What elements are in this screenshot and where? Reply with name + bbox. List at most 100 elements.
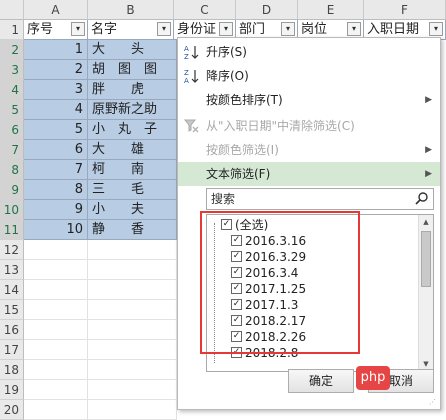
filter-value-item[interactable]: ✓ 2017.1.25	[207, 281, 417, 297]
cell-name[interactable]: 大 雄	[88, 140, 177, 160]
filter-value-item[interactable]: ✓ 2016.3.29	[207, 249, 417, 265]
column-header-d[interactable]: D	[236, 0, 298, 20]
row-header[interactable]: 17	[0, 340, 24, 360]
row-header[interactable]: 7	[0, 140, 24, 160]
empty-cell[interactable]	[88, 260, 177, 280]
empty-cell[interactable]	[24, 260, 88, 280]
scroll-thumb[interactable]	[421, 231, 431, 287]
row-header[interactable]: 13	[0, 260, 24, 280]
empty-cell[interactable]	[88, 400, 177, 420]
cell-seq[interactable]: 6	[24, 140, 88, 160]
header-cell-seq[interactable]: 序号 ▾	[24, 20, 88, 40]
empty-cell[interactable]	[24, 360, 88, 380]
cell-name[interactable]: 原野新之助	[88, 100, 177, 120]
checkbox[interactable]: ✓	[231, 251, 242, 262]
row-header[interactable]: 11	[0, 220, 24, 240]
cell-seq[interactable]: 9	[24, 200, 88, 220]
empty-cell[interactable]	[24, 280, 88, 300]
row-header[interactable]: 15	[0, 300, 24, 320]
row-header[interactable]: 9	[0, 180, 24, 200]
cell-name[interactable]: 小 丸 子	[88, 120, 177, 140]
column-header-a[interactable]: A	[24, 0, 88, 20]
filter-value-item[interactable]: ✓ 2017.1.3	[207, 297, 417, 313]
empty-cell[interactable]	[88, 280, 177, 300]
cell-seq[interactable]: 7	[24, 160, 88, 180]
ok-button[interactable]: 确定	[288, 369, 354, 393]
cell-seq[interactable]: 4	[24, 100, 88, 120]
empty-cell[interactable]	[88, 300, 177, 320]
empty-cell[interactable]	[88, 320, 177, 340]
empty-cell[interactable]	[24, 380, 88, 400]
checkbox[interactable]: ✓	[231, 235, 242, 246]
empty-cell[interactable]	[88, 360, 177, 380]
filter-dropdown-icon[interactable]: ▾	[157, 22, 171, 36]
row-header[interactable]: 20	[0, 400, 24, 420]
checkbox[interactable]: ✓	[221, 219, 232, 230]
header-cell-name[interactable]: 名字 ▾	[88, 20, 174, 40]
cell-seq[interactable]: 2	[24, 60, 88, 80]
cell-name[interactable]: 胖 虎	[88, 80, 177, 100]
filter-dropdown-icon[interactable]: ▾	[281, 22, 295, 36]
cell-name[interactable]: 胡 图 图	[88, 60, 177, 80]
menu-sort-descending[interactable]: ZA 降序(O)	[178, 64, 440, 88]
column-header-b[interactable]: B	[88, 0, 174, 20]
empty-cell[interactable]	[24, 300, 88, 320]
row-header[interactable]: 3	[0, 60, 24, 80]
checkbox[interactable]: ✓	[231, 347, 242, 358]
row-header[interactable]: 18	[0, 360, 24, 380]
filter-value-item[interactable]: ✓ 2016.3.16	[207, 233, 417, 249]
empty-cell[interactable]	[88, 240, 177, 260]
empty-cell[interactable]	[24, 240, 88, 260]
cell-seq[interactable]: 8	[24, 180, 88, 200]
row-header[interactable]: 6	[0, 120, 24, 140]
filter-value-item[interactable]: ✓ 2018.2.26	[207, 329, 417, 345]
filter-value-item[interactable]: ✓ 2018.2.8	[207, 345, 417, 361]
empty-cell[interactable]	[24, 320, 88, 340]
resize-grip-icon[interactable]: ⋰	[429, 398, 437, 406]
checkbox[interactable]: ✓	[231, 331, 242, 342]
cell-name[interactable]: 静 香	[88, 220, 177, 240]
row-header[interactable]: 5	[0, 100, 24, 120]
menu-sort-ascending[interactable]: AZ 升序(S)	[178, 40, 440, 64]
filter-value-item[interactable]: ✓ (全选)	[207, 217, 417, 233]
cell-seq[interactable]: 10	[24, 220, 88, 240]
cell-name[interactable]: 小 夫	[88, 200, 177, 220]
column-header-c[interactable]: C	[174, 0, 236, 20]
filter-dropdown-icon[interactable]: ▾	[71, 22, 85, 36]
filter-dropdown-icon[interactable]: ▾	[429, 22, 443, 36]
scroll-down-icon[interactable]: ▼	[421, 359, 431, 369]
search-icon[interactable]	[414, 191, 430, 207]
row-header[interactable]: 1	[0, 20, 24, 40]
checkbox[interactable]: ✓	[231, 315, 242, 326]
checkbox[interactable]: ✓	[231, 283, 242, 294]
empty-cell[interactable]	[88, 380, 177, 400]
menu-sort-by-color[interactable]: 按颜色排序(T) ▶	[178, 88, 440, 112]
row-header[interactable]: 16	[0, 320, 24, 340]
cell-seq[interactable]: 3	[24, 80, 88, 100]
select-all-corner[interactable]	[0, 0, 24, 20]
checkbox[interactable]: ✓	[231, 267, 242, 278]
empty-cell[interactable]	[88, 340, 177, 360]
filter-dropdown-icon[interactable]: ▾	[347, 22, 361, 36]
empty-cell[interactable]	[24, 400, 88, 420]
column-header-f[interactable]: F	[364, 0, 446, 20]
empty-cell[interactable]	[24, 340, 88, 360]
cell-name[interactable]: 三 毛	[88, 180, 177, 200]
cell-seq[interactable]: 1	[24, 40, 88, 60]
search-input[interactable]: 搜索	[206, 188, 434, 210]
row-header[interactable]: 8	[0, 160, 24, 180]
row-header[interactable]: 10	[0, 200, 24, 220]
cell-seq[interactable]: 5	[24, 120, 88, 140]
filter-value-item[interactable]: ✓ 2018.2.17	[207, 313, 417, 329]
filter-dropdown-icon[interactable]: ▾	[219, 22, 233, 36]
menu-text-filter[interactable]: 文本筛选(F) ▶	[178, 162, 440, 186]
checkbox[interactable]: ✓	[231, 299, 242, 310]
row-header[interactable]: 19	[0, 380, 24, 400]
cell-name[interactable]: 大 头	[88, 40, 177, 60]
cell-name[interactable]: 柯 南	[88, 160, 177, 180]
list-scrollbar[interactable]: ▲ ▼	[418, 215, 433, 371]
row-header[interactable]: 14	[0, 280, 24, 300]
column-header-e[interactable]: E	[298, 0, 364, 20]
row-header[interactable]: 12	[0, 240, 24, 260]
scroll-up-icon[interactable]: ▲	[421, 217, 431, 227]
